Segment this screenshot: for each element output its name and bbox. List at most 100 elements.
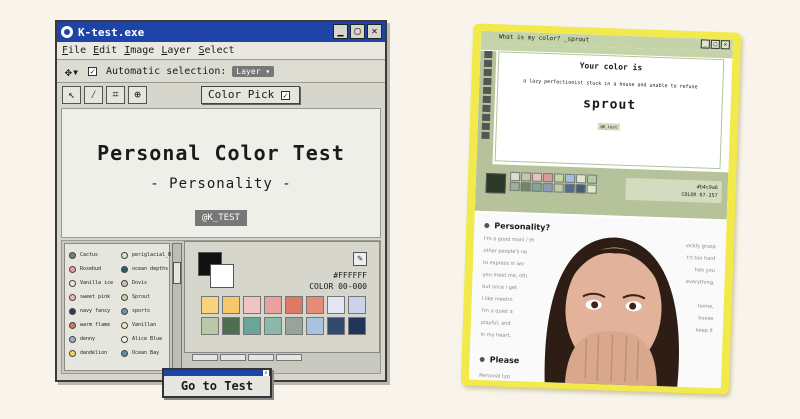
pencil-icon[interactable]: ✎ [353,252,367,266]
menu-image[interactable]: Image [124,45,154,56]
button-title-strip: ✕ [164,370,270,376]
color-readout: #FFFFFF COLOR 00-000 [309,270,367,292]
palette-tab-1[interactable] [192,354,218,361]
app-logo-icon [61,26,73,38]
auto-selection-checkbox[interactable]: ✓ [88,66,100,77]
swatch-item[interactable]: Cactus [69,248,121,262]
swatch-item[interactable]: sports [121,304,173,318]
brush-icon[interactable]: ⁄ [84,86,103,104]
page-subtitle: - Personality - [150,176,292,192]
menu-edit[interactable]: Edit [93,45,117,56]
scrollbar[interactable] [172,243,182,371]
swatch-dot-icon [69,321,76,329]
swatch-label: Alice Blue [132,336,163,342]
close-icon[interactable]: ✕ [263,370,269,376]
phone-palette-cell [575,184,586,194]
palette-cell[interactable] [264,317,282,335]
menu-layer[interactable]: Layer [161,45,191,56]
color-pick-button[interactable]: Color Pick ✓ [201,86,300,104]
phone-minimize-icon[interactable]: _ [700,39,710,49]
swatch-dot-icon [69,265,76,273]
palette-cell[interactable] [327,296,345,314]
phone-code: COLOR 07-257 [681,191,718,200]
palette-cell[interactable] [306,296,324,314]
target-icon[interactable]: ⊕ [128,86,147,104]
swatch-label: dandelion [80,350,108,356]
swatch-item[interactable]: denny [69,332,121,346]
color-palette-panel: ✎ #FFFFFF COLOR 00-000 [184,241,380,353]
swatch-dot-icon [121,265,128,273]
page-title: Personal Color Test [97,141,345,165]
swatch-item[interactable]: Vanillan [121,318,173,332]
swatch-dot-icon [69,279,76,287]
swatch-item[interactable]: Alice Blue [121,332,173,346]
palette-cell[interactable] [222,317,240,335]
crop-icon[interactable]: ⌗ [106,86,125,104]
title-bar[interactable]: K-test.exe ▁ ▢ ✕ [57,22,385,42]
swatch-dot-icon [69,335,76,343]
palette-cell[interactable] [348,317,366,335]
swatch-item[interactable]: warm flame [69,318,121,332]
palette-cell[interactable] [264,296,282,314]
palette-tab-2[interactable] [220,354,246,361]
palette-cell[interactable] [285,317,303,335]
swatch-item[interactable]: Rosebud [69,262,121,276]
result-tag: @K_test [597,122,621,131]
swatch-label: sports [132,308,151,314]
palette-cell[interactable] [306,317,324,335]
personality-text-left: other people's ne [483,247,528,256]
swatch-item[interactable]: Vanilla ice [69,276,121,290]
phone-palette-cell [542,172,554,183]
swatch-item[interactable]: navy fancy [69,304,121,318]
palette-cell[interactable] [201,296,219,314]
swatch-label: Vanilla ice [80,280,114,286]
swatch-item[interactable]: Ocean Bay [121,346,173,360]
palette-tab-4[interactable] [276,354,302,361]
swatch-item[interactable]: dandelion [69,346,121,360]
maximize-button[interactable]: ▢ [350,24,365,39]
palette-tab-3[interactable] [248,354,274,361]
fg-bg-color[interactable] [198,252,238,288]
palette-cell[interactable] [285,296,303,314]
personality-text-left: I like meetin [481,295,513,303]
minimize-button[interactable]: ▁ [333,24,348,39]
palette-cell[interactable] [327,317,345,335]
personality-text-left: in my heart, [480,331,512,339]
personality-text-right: everything, [685,279,715,287]
go-to-test-button[interactable]: ✕ Go to Test [162,368,272,398]
palette-cell[interactable] [222,296,240,314]
layer-dropdown-value: Layer [236,67,261,76]
personality-text-right: home, [697,303,714,310]
swatch-item[interactable]: sweet pink [69,290,121,304]
palette-cell[interactable] [243,296,261,314]
checkbox-icon: ✓ [88,67,97,76]
palette-cell[interactable] [348,296,366,314]
personality-text-right: hoose [698,315,714,322]
options-toolbar: ✥▾ ✓ Automatic selection: Layer ▾ [57,61,385,83]
move-tool-icon[interactable]: ✥▾ [62,64,82,80]
swatch-item[interactable]: Dovis [121,276,173,290]
swatch-item[interactable]: periglacial_B [121,248,173,262]
close-button[interactable]: ✕ [367,24,382,39]
background-color[interactable] [210,264,234,288]
swatch-item[interactable]: ocean depths [121,262,173,276]
phone-foreground-color [485,172,507,194]
menu-file[interactable]: File [62,45,86,56]
phone-close-icon[interactable]: ✕ [720,40,730,50]
menu-select[interactable]: Select [198,45,234,56]
swatch-label: warm flame [80,322,111,328]
result-card: Your color is a lazy perfectionist stuck… [494,51,725,170]
palette-cell[interactable] [243,317,261,335]
swatch-item[interactable]: Sprout [121,290,173,304]
swatch-label: Cactus [80,252,99,258]
layer-dropdown[interactable]: Layer ▾ [232,66,275,77]
palette-cell[interactable] [201,317,219,335]
phone-maximize-icon[interactable]: □ [710,39,720,50]
app-window: K-test.exe ▁ ▢ ✕ File Edit Image Layer S… [55,20,387,382]
phone-title-text: What is my color? _sprout [498,33,590,44]
phone-palette-cell [564,173,576,184]
personality-text-right: t's too hard [686,255,716,263]
select-arrow-icon[interactable]: ↖ [62,86,81,104]
phone-palette-cell [531,182,542,192]
scrollbar-thumb[interactable] [173,262,181,284]
